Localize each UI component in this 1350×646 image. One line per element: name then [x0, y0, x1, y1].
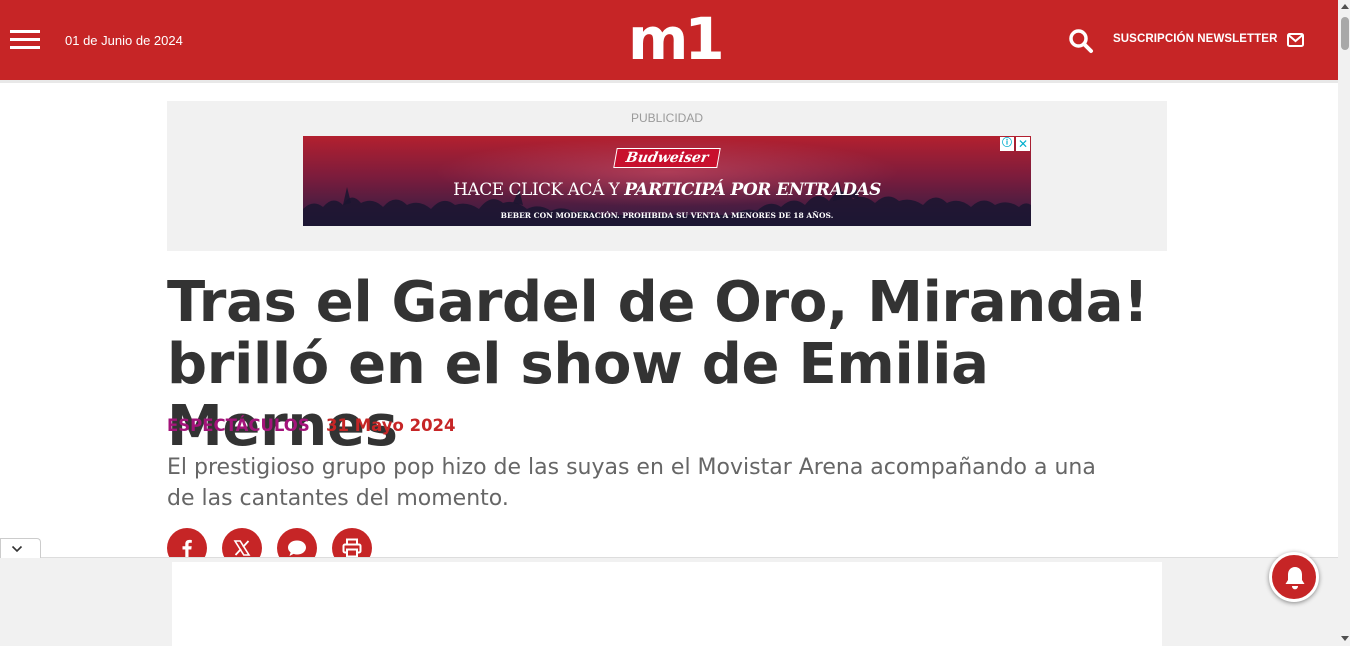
print-icon: [342, 538, 362, 558]
header-date: 01 de Junio de 2024: [65, 33, 183, 48]
scroll-down-arrow-icon[interactable]: [1341, 636, 1349, 641]
article-title: Tras el Gardel de Oro, Miranda! brilló e…: [167, 272, 1177, 458]
search-icon[interactable]: [1068, 28, 1094, 54]
banner-headline: HACE CLICK ACÁ Y PARTICIPÁ POR ENTRADAS: [453, 180, 881, 200]
banner-disclaimer: BEBER CON MODERACIÓN. PROHIBIDA SU VENTA…: [500, 211, 834, 220]
scroll-up-arrow-icon[interactable]: [1341, 4, 1349, 9]
ad-banner[interactable]: Budweiser HACE CLICK ACÁ Y PARTICIPÁ POR…: [303, 136, 1031, 226]
collapse-ad-button[interactable]: [0, 538, 41, 558]
ad-label: PUBLICIDAD: [630, 111, 704, 125]
x-icon: [233, 540, 251, 556]
facebook-icon: [182, 539, 192, 558]
site-logo[interactable]: m1: [628, 6, 725, 72]
scrollbar-thumb[interactable]: [1341, 17, 1349, 50]
article-title-line-2: brilló en el show de Emilia Mernes: [167, 332, 989, 459]
comment-icon: [288, 540, 306, 556]
bell-icon: [1285, 567, 1305, 590]
article-title-line-1: Tras el Gardel de Oro, Miranda!: [167, 270, 1149, 335]
article-category-link[interactable]: ESPECTÁCULOS: [167, 416, 310, 435]
site-header: 01 de Junio de 2024 m1 SUSCRIPCIÓN NEWSL…: [0, 0, 1338, 83]
notifications-bell-button[interactable]: [1269, 552, 1319, 602]
article-date: 31 Mayo 2024: [326, 416, 456, 435]
page: 01 de Junio de 2024 m1 SUSCRIPCIÓN NEWSL…: [0, 0, 1350, 646]
close-ad-icon[interactable]: ✕: [1016, 137, 1030, 151]
mail-icon[interactable]: [1287, 33, 1304, 47]
hamburger-menu-icon[interactable]: [10, 30, 40, 50]
article-summary: El prestigioso grupo pop hizo de las suy…: [167, 455, 1096, 511]
newsletter-subscribe-link[interactable]: SUSCRIPCIÓN NEWSLETTER: [1113, 33, 1278, 45]
chevron-down-icon: [11, 545, 23, 553]
ad-container: PUBLICIDAD Budweiser HACE CLICK ACÁ Y PA…: [167, 101, 1167, 251]
budweiser-logo: Budweiser: [303, 148, 1031, 168]
page-scrollbar[interactable]: [1338, 0, 1350, 646]
adchoices-icon[interactable]: ⓘ: [1000, 137, 1014, 151]
sticky-bottom-ad-slot[interactable]: [172, 562, 1162, 646]
